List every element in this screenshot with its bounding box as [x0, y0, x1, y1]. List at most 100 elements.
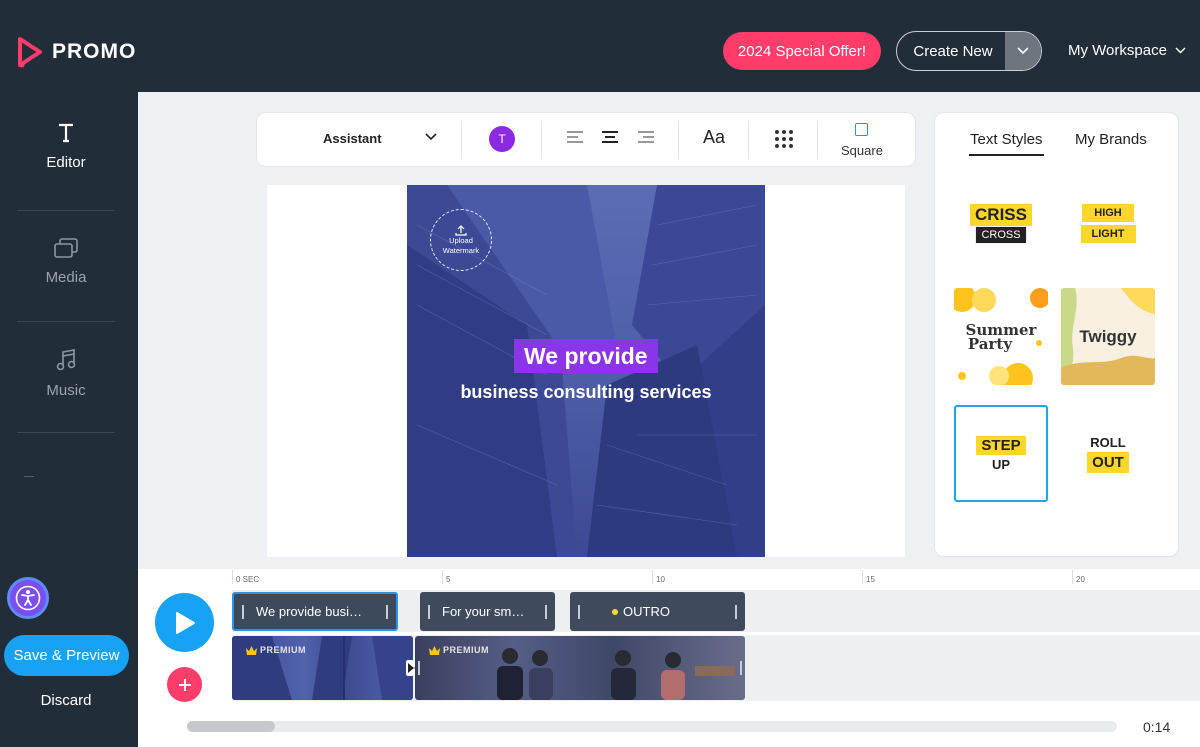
style-card-text: Twiggy — [1079, 326, 1137, 346]
toolbar-divider — [541, 121, 542, 159]
timeline-duration: 0:14 — [1143, 719, 1171, 735]
add-scene-button[interactable] — [167, 667, 202, 702]
style-card-text: CROSS — [975, 225, 1027, 244]
style-card-high-light[interactable]: HIGH LIGHT — [1061, 175, 1155, 272]
style-card-summer-party[interactable]: Summer Party — [954, 288, 1048, 385]
text-styles-panel: Text Styles My Brands CRISS CROSS HIGH L… — [934, 112, 1179, 557]
sidebar-item-music[interactable]: Music — [0, 348, 132, 399]
workspace-menu[interactable]: My Workspace — [1068, 42, 1186, 59]
logo-play-icon — [16, 36, 44, 68]
media-stack-icon — [54, 238, 78, 258]
media-clip[interactable]: PREMIUM — [415, 636, 745, 700]
discard-button[interactable]: Discard — [0, 692, 132, 709]
premium-label: PREMIUM — [443, 645, 489, 655]
clip-handle-right[interactable] — [735, 604, 737, 619]
ruler-tick — [442, 570, 443, 584]
watermark-label: Upload Watermark — [442, 236, 480, 255]
sidebar-item-media[interactable]: Media — [0, 237, 132, 286]
premium-badge: PREMIUM — [429, 645, 489, 655]
outro-dot-icon — [612, 608, 618, 615]
toolbar-divider — [678, 121, 679, 159]
ruler-tick — [862, 570, 863, 584]
workspace-label: My Workspace — [1068, 42, 1167, 59]
upload-watermark-button[interactable]: Upload Watermark — [430, 209, 492, 271]
chevron-down-icon — [1017, 47, 1029, 55]
save-preview-button[interactable]: Save & Preview — [4, 635, 129, 676]
style-card-step-up[interactable]: STEP UP — [954, 405, 1048, 502]
sidebar-item-label: Media — [45, 269, 87, 286]
aspect-ratio-button[interactable]: Square — [841, 123, 883, 158]
clip-handle-right[interactable] — [740, 661, 742, 675]
media-clip[interactable]: PREMIUM — [232, 636, 413, 700]
style-card-text: UP — [991, 456, 1011, 472]
clip-handle-left[interactable] — [578, 604, 580, 619]
video-preview[interactable]: Upload Watermark We provide business con… — [407, 185, 765, 557]
chevron-down-icon[interactable] — [425, 133, 437, 141]
timeline-scrollbar[interactable] — [187, 721, 1117, 732]
clip-label: For your sm… — [442, 604, 525, 619]
toolbar-divider — [748, 121, 749, 159]
style-card-text: ROLL — [1090, 434, 1126, 450]
play-button[interactable] — [155, 593, 214, 652]
premium-badge: PREMIUM — [246, 645, 306, 655]
style-card-roll-out[interactable]: ROLL OUT — [1061, 405, 1155, 502]
clip-label: OUTRO — [623, 604, 670, 619]
layout-grid-icon[interactable] — [775, 130, 793, 148]
sidebar-item-editor[interactable]: Editor — [0, 122, 132, 171]
tab-text-styles[interactable]: Text Styles — [969, 131, 1044, 156]
create-new-button[interactable]: Create New — [896, 31, 1042, 71]
accessibility-icon — [15, 585, 41, 611]
subline-text[interactable]: business consulting services — [407, 382, 765, 403]
ruler-tick — [652, 570, 653, 584]
text-clip[interactable]: For your sm… — [420, 592, 555, 631]
sidebar-item-label: Music — [46, 382, 86, 399]
text-clip[interactable]: We provide busi… — [232, 592, 398, 631]
style-card-criss-cross[interactable]: CRISS CROSS — [954, 175, 1048, 272]
ruler-label: 0 SEC — [236, 575, 260, 584]
font-select[interactable]: Assistant — [323, 131, 382, 146]
clip-handle-left[interactable] — [418, 661, 420, 675]
style-card-twiggy[interactable]: Twiggy — [1061, 288, 1155, 385]
align-left-icon[interactable] — [567, 131, 583, 145]
clip-handle-left[interactable] — [242, 604, 244, 619]
aspect-ratio-label: Square — [841, 143, 883, 158]
toolbar-divider — [461, 121, 462, 159]
app-logo[interactable]: PROMO — [16, 36, 136, 68]
clip-handle-left[interactable] — [428, 604, 430, 619]
music-note-icon — [56, 349, 76, 371]
ruler-label: 10 — [656, 575, 665, 584]
sidebar-divider — [17, 321, 115, 322]
play-icon — [175, 611, 195, 634]
ruler-tick — [1072, 570, 1073, 584]
crown-icon — [246, 645, 257, 655]
style-card-text: STEP — [976, 435, 1026, 455]
style-card-text: HIGH — [1082, 204, 1134, 222]
align-center-icon[interactable] — [602, 131, 618, 145]
text-size-button[interactable]: Aa — [703, 127, 725, 148]
sidebar-collapse-mark — [24, 476, 34, 477]
create-new-label[interactable]: Create New — [897, 32, 1005, 70]
text-clip[interactable]: OUTRO — [570, 592, 745, 631]
upload-icon — [455, 225, 467, 236]
crown-icon — [429, 645, 440, 655]
app-name: PROMO — [52, 40, 137, 63]
style-card-text: OUT — [1087, 451, 1129, 473]
plus-icon — [178, 678, 191, 691]
clip-label: We provide busi… — [256, 604, 362, 619]
chevron-down-icon — [1175, 47, 1186, 54]
sidebar: Editor Media Music Save & Preview Discar… — [0, 92, 138, 747]
ruler-label: 5 — [446, 575, 451, 584]
sidebar-divider — [17, 432, 115, 433]
headline-text[interactable]: We provide — [514, 339, 658, 373]
special-offer-button[interactable]: 2024 Special Offer! — [723, 32, 881, 70]
accessibility-button[interactable] — [7, 577, 49, 619]
premium-label: PREMIUM — [260, 645, 306, 655]
create-new-dropdown[interactable] — [1005, 32, 1041, 70]
clip-handle-right[interactable] — [545, 604, 547, 619]
top-bar: PROMO 2024 Special Offer! Create New My … — [0, 0, 1200, 92]
text-color-picker[interactable]: T — [489, 126, 515, 152]
tab-my-brands[interactable]: My Brands — [1075, 131, 1147, 148]
timeline-scroll-thumb[interactable] — [187, 721, 275, 732]
align-right-icon[interactable] — [638, 131, 654, 145]
clip-handle-right[interactable] — [386, 604, 388, 619]
